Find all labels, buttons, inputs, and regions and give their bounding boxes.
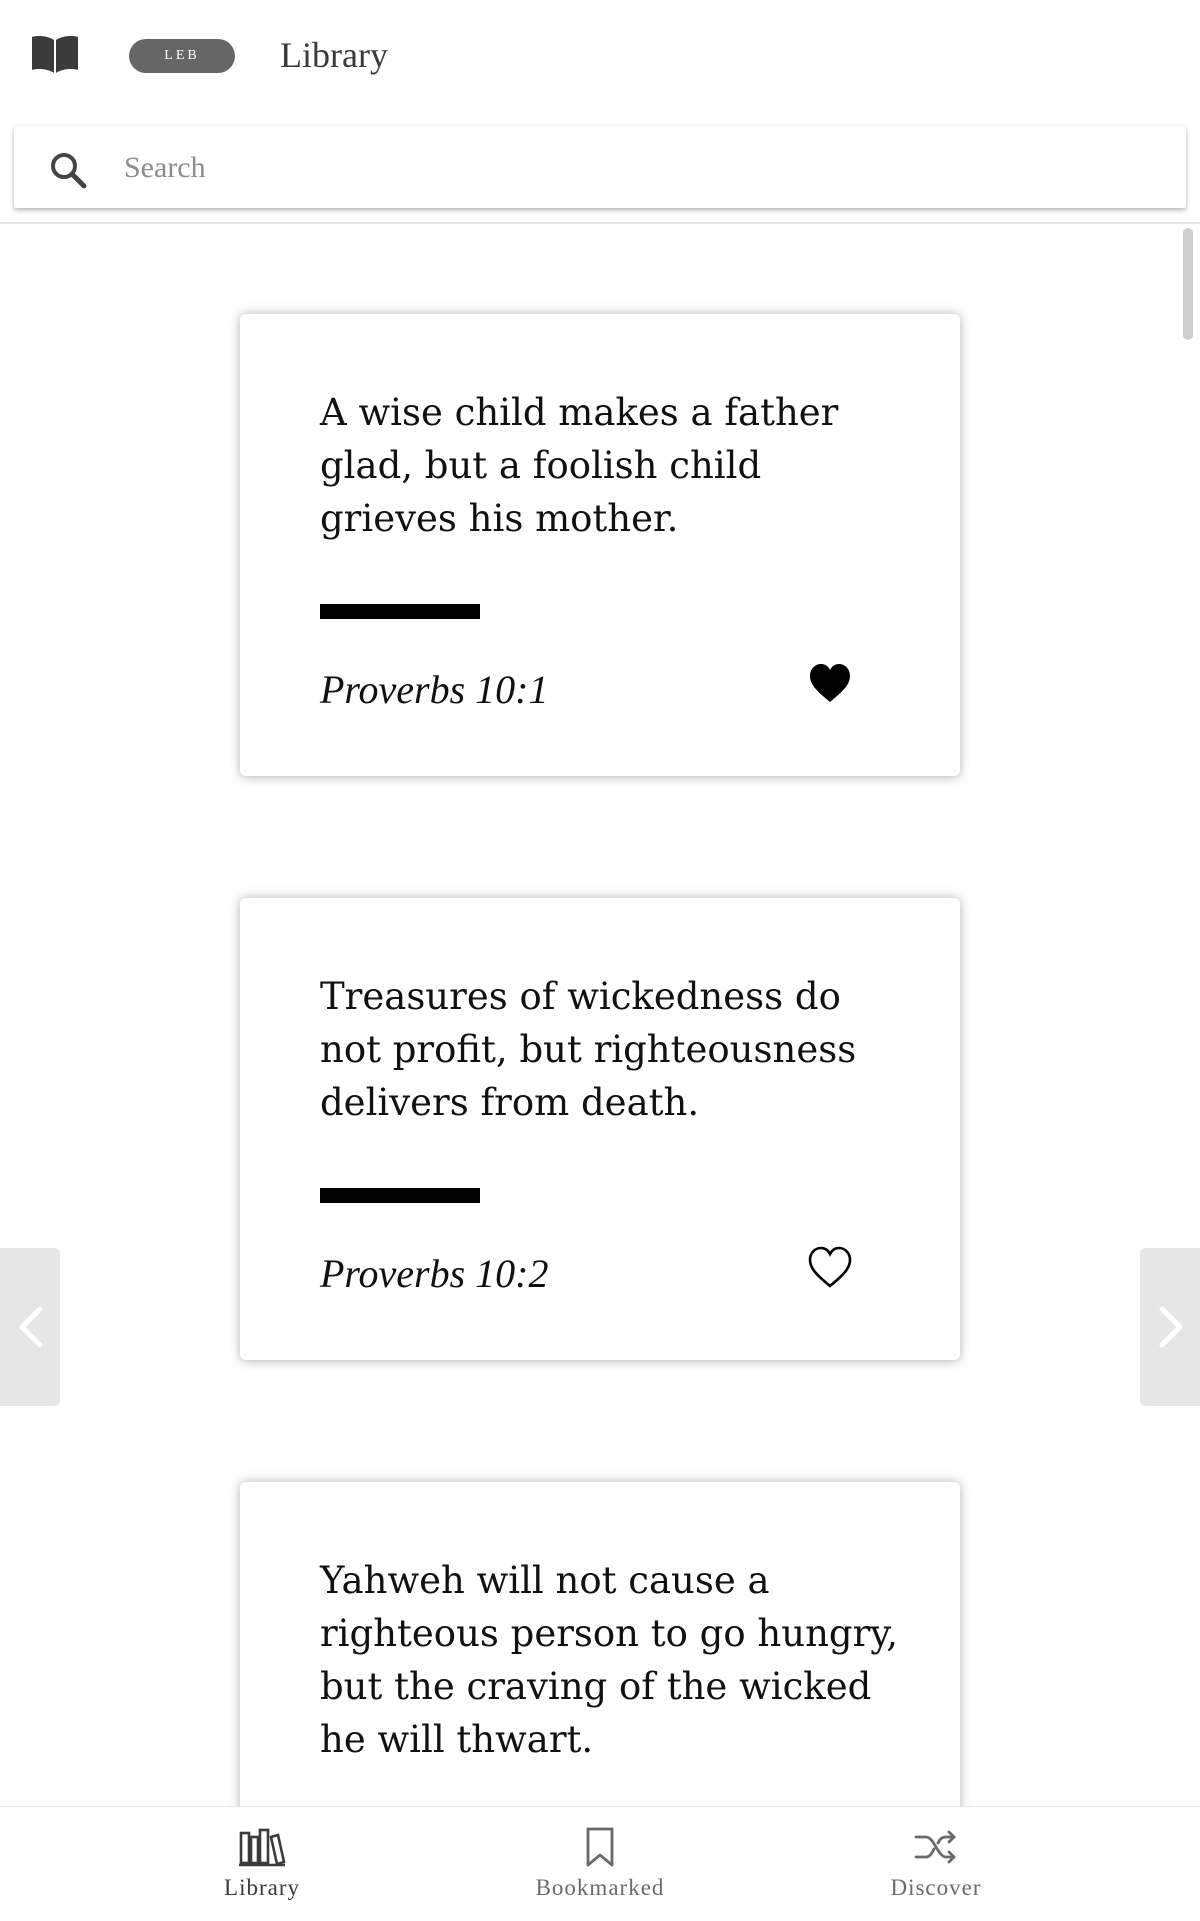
version-badge[interactable]: LEB xyxy=(129,39,235,73)
chevron-left-icon xyxy=(19,1306,43,1348)
verse-reference: Proverbs 10:1 xyxy=(320,667,549,712)
shuffle-icon xyxy=(914,1830,956,1864)
bottom-navigation: Library Bookmarked Discover xyxy=(0,1806,1200,1921)
verse-card: Treasures of wickedness do not profit, b… xyxy=(240,898,960,1360)
chevron-right-icon xyxy=(1159,1306,1183,1348)
open-book-icon[interactable] xyxy=(30,32,80,76)
verse-list[interactable]: A wise child makes a father glad, but a … xyxy=(0,224,1200,1806)
page-title: Library xyxy=(280,35,388,75)
scrollbar-thumb[interactable] xyxy=(1183,228,1193,340)
bookmark-icon xyxy=(586,1827,614,1867)
next-page-button[interactable] xyxy=(1140,1248,1200,1406)
verse-text: Yahweh will not cause a righteous person… xyxy=(320,1559,899,1761)
nav-label: Discover xyxy=(890,1875,982,1900)
search-input[interactable] xyxy=(122,144,1156,192)
heart-filled-icon[interactable] xyxy=(808,662,852,706)
top-app-bar: LEB Library xyxy=(0,0,1200,118)
previous-page-button[interactable] xyxy=(0,1248,60,1406)
verse-divider xyxy=(320,1188,480,1203)
verse-text: A wise child makes a father glad, but a … xyxy=(320,391,839,540)
verse-card: Yahweh will not cause a righteous person… xyxy=(240,1482,960,1806)
verse-reference: Proverbs 10:2 xyxy=(320,1251,549,1296)
verse-divider xyxy=(320,604,480,619)
heart-outline-icon[interactable] xyxy=(808,1246,852,1290)
library-shelf-icon xyxy=(239,1828,286,1867)
verse-card: A wise child makes a father glad, but a … xyxy=(240,314,960,776)
verse-text: Treasures of wickedness do not profit, b… xyxy=(320,975,857,1124)
nav-item-discover[interactable]: Discover xyxy=(736,1807,1136,1921)
search-bar[interactable] xyxy=(14,126,1186,208)
search-icon xyxy=(51,153,87,189)
